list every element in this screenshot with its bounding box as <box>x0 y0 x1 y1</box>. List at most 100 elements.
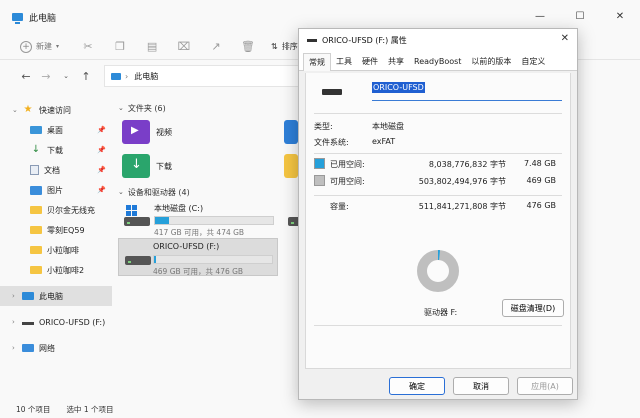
folder-icon <box>30 246 42 254</box>
devices-section-header[interactable]: ⌄ 设备和驱动器 (4) <box>112 184 190 200</box>
sidebar-item-label: 快速访问 <box>39 105 71 115</box>
drive-icon <box>322 89 342 95</box>
sidebar-item-label: 贝尔金无线充 <box>47 205 95 215</box>
sidebar-item-orico-drive[interactable]: › ORICO-UFSD (F:) <box>0 312 112 332</box>
sidebar-item-folder[interactable]: 小粒咖啡 <box>0 240 112 260</box>
folder-video[interactable]: 视频 <box>122 120 172 144</box>
folder-icon <box>284 120 298 144</box>
sidebar-item-label: 小粒咖啡 <box>47 245 79 255</box>
ok-button[interactable]: 确定 <box>389 377 445 395</box>
apply-button[interactable]: 应用(A) <box>517 377 573 395</box>
volume-name-input[interactable]: ORICO-UFSD <box>372 82 562 101</box>
capacity-label: 容量: <box>330 202 349 211</box>
close-icon[interactable]: ✕ <box>561 33 569 44</box>
free-space-swatch <box>314 175 325 186</box>
disk-cleanup-button[interactable]: 磁盘清理(D) <box>502 299 564 317</box>
sidebar-item-downloads[interactable]: ↓ 下载 📌 <box>0 140 112 160</box>
tab-hardware[interactable]: 硬件 <box>357 52 383 70</box>
drive-icon <box>123 242 151 272</box>
windows-logo-icon <box>126 205 137 216</box>
chevron-down-icon[interactable]: ⌄ <box>56 72 76 80</box>
back-icon[interactable]: ← <box>16 70 36 83</box>
used-space-swatch <box>314 158 325 169</box>
drive-name: 本地磁盘 (C:) <box>154 204 204 213</box>
tab-tools[interactable]: 工具 <box>331 52 357 70</box>
filesystem-label: 文件系统: <box>314 138 349 147</box>
up-icon[interactable]: ↑ <box>76 70 96 83</box>
sidebar-item-label: 网络 <box>39 343 55 353</box>
close-icon[interactable]: ✕ <box>600 0 640 32</box>
free-space-label: 可用空间: <box>330 177 365 186</box>
this-pc-icon <box>111 72 121 80</box>
navigation-pane: ⌄ ★ 快速访问 桌面 📌 ↓ 下载 📌 文档 📌 图片 📌 贝尔金无线充 零刻… <box>0 100 112 400</box>
tab-previous-versions[interactable]: 以前的版本 <box>466 52 516 70</box>
free-space-row: 可用空间: 503,802,494,976 字节 469 GB <box>330 176 562 188</box>
paste-icon[interactable]: ▤ <box>141 39 163 55</box>
used-space-size: 7.48 GB <box>523 159 556 168</box>
drive-name: ORICO-UFSD (F:) <box>153 242 220 251</box>
chevron-down-icon: ⌄ <box>12 106 18 114</box>
rename-icon[interactable]: ⌧ <box>173 39 195 55</box>
used-space-row: 已用空间: 8,038,776,832 字节 7.48 GB <box>330 159 562 171</box>
type-row: 类型: 本地磁盘 <box>314 121 404 132</box>
drive-f[interactable]: ORICO-UFSD (F:) 469 GB 可用，共 476 GB <box>118 238 278 276</box>
tab-general[interactable]: 常规 <box>303 53 331 71</box>
copy-icon[interactable]: ❐ <box>109 39 131 55</box>
tab-readyboost[interactable]: ReadyBoost <box>409 52 466 70</box>
sidebar-item-pictures[interactable]: 图片 📌 <box>0 180 112 200</box>
network-icon <box>22 344 34 352</box>
chevron-down-icon: ⌄ <box>118 104 124 112</box>
sort-button[interactable]: ⇅ 排序 <box>271 41 298 52</box>
drive-usage-bar <box>154 216 274 225</box>
free-space-size: 469 GB <box>526 176 557 185</box>
video-folder-icon <box>122 120 150 144</box>
sidebar-item-folder[interactable]: 小粒咖啡2 <box>0 260 112 280</box>
drive-c[interactable]: 本地磁盘 (C:) 417 GB 可用，共 474 GB <box>118 200 278 238</box>
chevron-right-icon: › <box>125 71 129 81</box>
free-space-bytes: 503,802,494,976 字节 <box>418 177 506 186</box>
pin-icon: 📌 <box>97 186 106 194</box>
folder-icon <box>30 206 42 214</box>
new-button[interactable]: + 新建 ▾ <box>20 40 60 53</box>
sidebar-item-label: 小粒咖啡2 <box>47 265 85 275</box>
picture-icon <box>30 185 42 195</box>
sidebar-item-folder[interactable]: 贝尔金无线充 <box>0 200 112 220</box>
sidebar-item-label: 零刻EQ59 <box>47 225 85 235</box>
forward-icon[interactable]: → <box>36 70 56 83</box>
sidebar-item-desktop[interactable]: 桌面 📌 <box>0 120 112 140</box>
sidebar-item-label: 文档 <box>44 165 60 175</box>
filesystem-row: 文件系统: exFAT <box>314 137 395 148</box>
this-pc-icon <box>12 13 23 24</box>
sidebar-item-quick-access[interactable]: ⌄ ★ 快速访问 <box>0 100 112 120</box>
drive-partial[interactable] <box>284 200 300 238</box>
sidebar-item-network[interactable]: › 网络 <box>0 338 112 358</box>
sidebar-item-label: ORICO-UFSD (F:) <box>39 317 106 327</box>
tab-customize[interactable]: 自定义 <box>516 52 550 70</box>
tab-sharing[interactable]: 共享 <box>383 52 409 70</box>
chevron-down-icon: ⌄ <box>118 188 124 196</box>
sidebar-item-label: 下载 <box>47 145 63 155</box>
folder-downloads[interactable]: 下载 <box>122 154 172 178</box>
used-space-bytes: 8,038,776,832 字节 <box>428 160 506 169</box>
pin-icon: 📌 <box>97 146 106 154</box>
sidebar-item-this-pc[interactable]: › 此电脑 <box>0 286 112 306</box>
cancel-button[interactable]: 取消 <box>453 377 509 395</box>
volume-name-text: ORICO-UFSD <box>372 82 425 93</box>
properties-dialog: ORICO-UFSD (F:) 属性 ✕ 常规 工具 硬件 共享 ReadyBo… <box>298 28 578 400</box>
sidebar-item-documents[interactable]: 文档 📌 <box>0 160 112 180</box>
download-icon: ↓ <box>31 144 41 155</box>
plus-icon: + <box>20 40 32 53</box>
folder-icon <box>30 226 42 234</box>
drive-free-space: 417 GB 可用，共 474 GB <box>154 228 245 237</box>
folder-label: 下载 <box>156 161 172 171</box>
sidebar-item-folder[interactable]: 零刻EQ59 <box>0 220 112 240</box>
share-icon[interactable]: ↗ <box>205 39 227 55</box>
delete-icon[interactable]: 🗑 <box>237 39 259 55</box>
new-label: 新建 <box>36 42 52 51</box>
selection-count: 选中 1 个项目 <box>66 404 114 414</box>
status-bar: 10 个项目 选中 1 个项目 <box>0 400 640 418</box>
cut-icon[interactable]: ✂ <box>77 39 99 55</box>
drive-icon <box>22 321 34 325</box>
chevron-down-icon: ▾ <box>56 43 60 50</box>
item-count: 10 个项目 <box>16 404 51 414</box>
